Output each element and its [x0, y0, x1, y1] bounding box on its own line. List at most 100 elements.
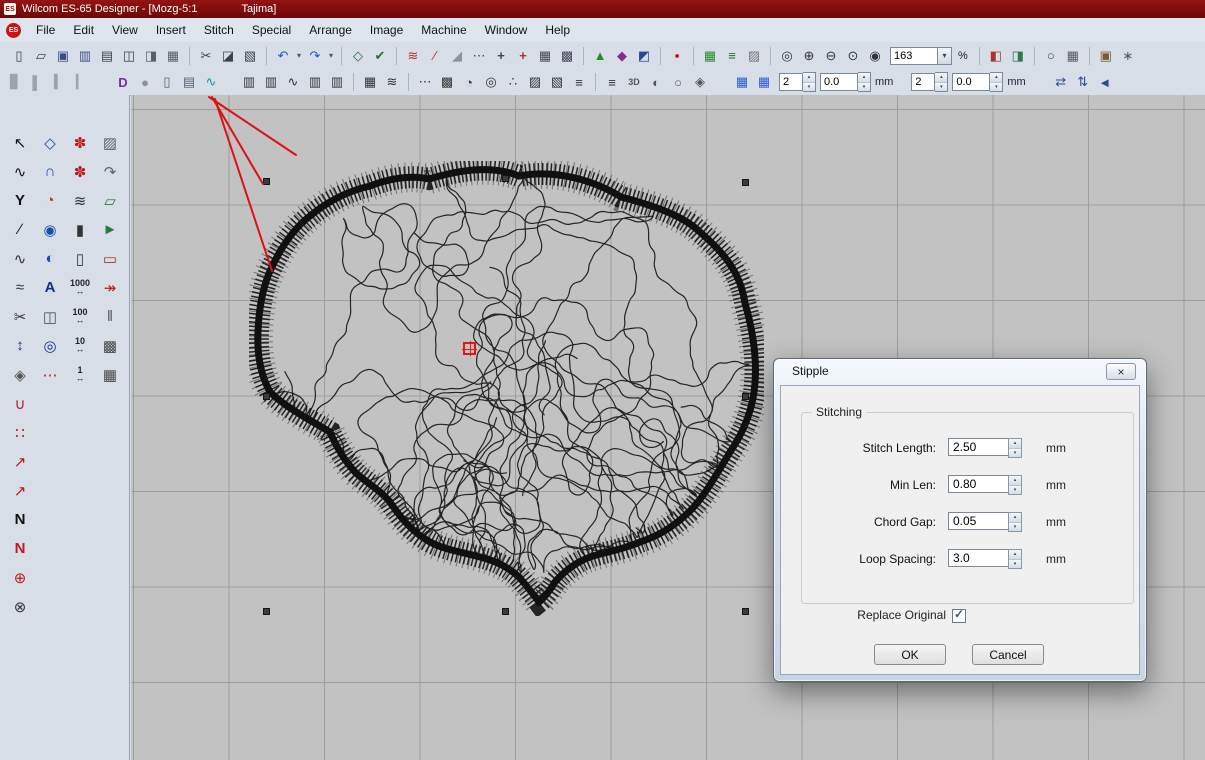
new-design-icon[interactable]: ▯ — [8, 45, 30, 66]
dialog-close-button[interactable]: × — [1106, 363, 1136, 380]
thread-colors-icon[interactable]: ◩ — [633, 45, 655, 66]
globe-tool-icon[interactable]: ◔ — [35, 186, 65, 215]
arc-tool-icon[interactable]: ↷ — [95, 157, 125, 186]
zoom-1000-icon[interactable]: 1000↔ — [65, 273, 95, 302]
flower-digitize-icon[interactable]: ✽ — [65, 128, 95, 157]
compass-tool-icon[interactable]: ◉ — [35, 215, 65, 244]
save-design-icon[interactable]: ▣ — [52, 45, 74, 66]
menu-special[interactable]: Special — [243, 20, 300, 40]
repeat-offset-2-input[interactable] — [952, 73, 990, 91]
cut-icon[interactable]: ✂ — [195, 45, 217, 66]
repeat-offset-1-spinner[interactable]: ▴▾ — [858, 72, 871, 92]
hatch-dark-icon[interactable]: ▩ — [95, 331, 125, 360]
pattern-stamp-icon[interactable]: ≡ — [568, 72, 590, 93]
cross-dots-red-icon[interactable]: ∷ — [5, 418, 35, 447]
flower-small-icon[interactable]: ✽ — [65, 157, 95, 186]
target-dark-icon[interactable]: ⊗ — [5, 592, 35, 621]
stitch-length-spinner[interactable]: ▴▾ — [1008, 438, 1022, 458]
node-path-black-icon[interactable]: N — [5, 505, 35, 534]
stitch-length-input[interactable] — [948, 438, 1010, 456]
nudge-left-icon[interactable]: ◄ — [1094, 72, 1116, 93]
grid-fill-icon[interactable]: ▦ — [359, 72, 381, 93]
menu-file[interactable]: File — [27, 20, 64, 40]
zoom-10-icon[interactable]: 10↔ — [65, 331, 95, 360]
column-stitch-icon[interactable]: ▮ — [65, 215, 95, 244]
zigzag-column-icon[interactable]: ≋ — [65, 186, 95, 215]
repeat-count-2-input[interactable] — [911, 73, 935, 91]
color-film-icon[interactable]: ◆ — [611, 45, 633, 66]
zigzag-tool-icon[interactable]: ∿ — [5, 244, 35, 273]
redo-list-icon[interactable]: ▾ — [326, 45, 336, 66]
tatami-fill-icon[interactable]: ▥ — [304, 72, 326, 93]
zoom-box-icon[interactable]: ◎ — [776, 45, 798, 66]
program-split-fill-icon[interactable]: ▥ — [326, 72, 348, 93]
motif-fill-icon[interactable]: ⋯ — [414, 72, 436, 93]
rough-edge-icon[interactable]: ▧ — [546, 72, 568, 93]
repeat-offset-1-input[interactable] — [820, 73, 858, 91]
loop-spacing-spinner[interactable]: ▴▾ — [1008, 549, 1022, 569]
dot-tool-icon[interactable]: ● — [134, 72, 156, 93]
elastic-lettering-icon[interactable]: ○ — [667, 72, 689, 93]
menu-view[interactable]: View — [103, 20, 147, 40]
copy-icon[interactable]: ◪ — [217, 45, 239, 66]
menu-image[interactable]: Image — [361, 20, 412, 40]
run-red-icon[interactable]: ↠ — [95, 273, 125, 302]
cancel-button[interactable]: Cancel — [972, 644, 1044, 665]
undo-list-icon[interactable]: ▾ — [294, 45, 304, 66]
apply-selection-icon[interactable]: ✔ — [369, 45, 391, 66]
column-narrow-icon[interactable]: ▯ — [65, 244, 95, 273]
ok-button[interactable]: OK — [874, 644, 946, 665]
min-len-input[interactable] — [948, 475, 1010, 493]
motif-run-icon[interactable]: ⋯ — [468, 45, 490, 66]
carving-stamp-icon[interactable]: ◈ — [689, 72, 711, 93]
selection-handle[interactable] — [742, 608, 749, 615]
redo-icon[interactable]: ↷ — [304, 45, 326, 66]
frame-tool-icon[interactable]: ▭ — [95, 244, 125, 273]
show-grid-icon[interactable]: ▦ — [1062, 45, 1084, 66]
min-len-spinner[interactable]: ▴▾ — [1008, 475, 1022, 495]
small-stitch-icon[interactable]: ≈ — [5, 273, 35, 302]
repeat-rows-icon[interactable]: ▦ — [753, 72, 775, 93]
select-tool-icon[interactable]: ↖ — [5, 128, 35, 157]
export-machine-file-icon[interactable]: ◨ — [140, 45, 162, 66]
options-icon[interactable]: ∗ — [1117, 45, 1139, 66]
wheel-tool-icon[interactable]: ◎ — [35, 331, 65, 360]
repeat-offset-2-spinner[interactable]: ▴▾ — [990, 72, 1003, 92]
zoom-combo[interactable]: ▾ — [890, 47, 952, 65]
outline-doc-icon[interactable]: ▯ — [156, 72, 178, 93]
move-design-icon[interactable]: ⇄ — [1050, 72, 1072, 93]
polygon-select-icon[interactable]: ◇ — [347, 45, 369, 66]
chord-gap-spinner[interactable]: ▴▾ — [1008, 512, 1022, 532]
stitch-angle-red-icon[interactable]: ↗ — [5, 447, 35, 476]
undo-icon[interactable]: ↶ — [272, 45, 294, 66]
lettering-tool-icon[interactable]: A — [35, 273, 65, 302]
freehand-select-icon[interactable]: ∿ — [5, 157, 35, 186]
zigzag-stitch-icon[interactable]: ≋ — [402, 45, 424, 66]
selection-handle[interactable] — [263, 393, 270, 400]
fancy-warp-icon[interactable]: ◐ — [645, 72, 667, 93]
arc-red-icon[interactable]: ∪ — [5, 389, 35, 418]
satin-narrow-fill-icon[interactable]: ▥ — [238, 72, 260, 93]
menu-arrange[interactable]: Arrange — [300, 20, 361, 40]
contour-fill-icon[interactable]: ◔ — [458, 72, 480, 93]
run-stitch-icon[interactable]: ∕ — [424, 45, 446, 66]
print-icon[interactable]: ▤ — [96, 45, 118, 66]
menu-machine[interactable]: Machine — [412, 20, 475, 40]
selection-handle[interactable] — [502, 608, 509, 615]
save-as-icon[interactable]: ▥ — [74, 45, 96, 66]
selection-handle[interactable] — [742, 393, 749, 400]
replace-original-checkbox[interactable]: ✓ — [952, 609, 966, 623]
measure-tool-icon[interactable]: + — [490, 45, 512, 66]
selection-handle[interactable] — [263, 608, 270, 615]
insert-embroidery-icon[interactable]: ◧ — [985, 45, 1007, 66]
hatch-tool-icon[interactable]: ▨ — [95, 128, 125, 157]
loop-spacing-input[interactable] — [948, 549, 1010, 567]
thread-dock-icon[interactable]: ▌ — [26, 72, 48, 93]
dotted-red-icon[interactable]: ⋯ — [35, 360, 65, 389]
sequence-list-icon[interactable]: ≡ — [721, 45, 743, 66]
flag-tool-icon[interactable]: ► — [95, 215, 125, 244]
repeat-columns-icon[interactable]: ▦ — [731, 72, 753, 93]
effect-3d-icon[interactable]: 3D — [623, 72, 645, 93]
repeat-count-1-spinner[interactable]: ▴▾ — [803, 72, 816, 92]
menu-window[interactable]: Window — [476, 20, 537, 40]
